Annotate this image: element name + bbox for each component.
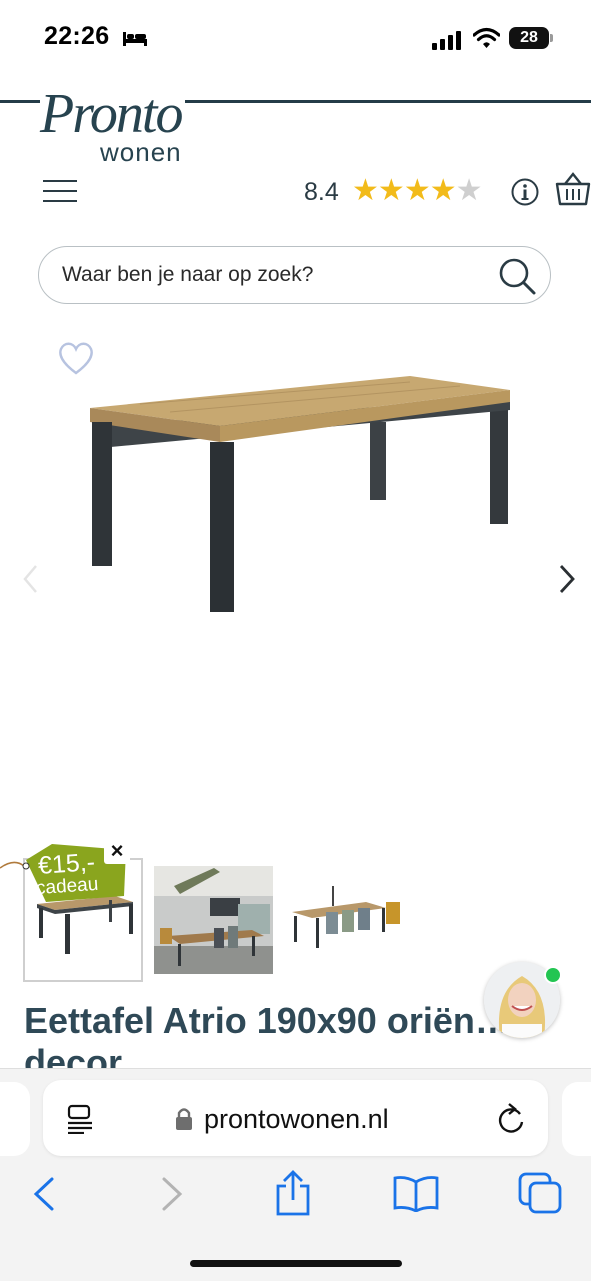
- promo-label: cadeau: [35, 873, 99, 900]
- info-icon[interactable]: [511, 178, 539, 206]
- close-icon[interactable]: ×: [104, 838, 130, 864]
- hamburger-menu-icon[interactable]: [43, 180, 79, 204]
- lock-icon: [176, 1108, 192, 1130]
- battery-icon: 28: [509, 27, 549, 49]
- tabs-icon[interactable]: [518, 1172, 562, 1214]
- rating-stars: ★★★★★: [352, 174, 483, 207]
- star-icon: ★: [429, 174, 457, 207]
- rating-score: 8.4: [304, 178, 339, 206]
- bed-icon: [123, 32, 147, 46]
- search-icon[interactable]: [497, 256, 537, 296]
- product-image[interactable]: [80, 370, 520, 620]
- star-icon: ★: [377, 174, 405, 207]
- online-status-dot: [544, 966, 562, 984]
- thumbnail-3[interactable]: [286, 872, 406, 968]
- next-tab-preview[interactable]: [562, 1082, 591, 1156]
- star-icon: ★: [403, 174, 431, 207]
- previous-tab-preview[interactable]: [0, 1082, 30, 1156]
- status-time: 22:26: [44, 22, 110, 50]
- chevron-right-icon[interactable]: [556, 564, 578, 594]
- home-indicator: [190, 1260, 402, 1267]
- signal-icon: [432, 31, 461, 50]
- thumbnail-2[interactable]: [154, 866, 273, 974]
- battery-cap: [550, 34, 553, 42]
- bookmarks-icon[interactable]: [392, 1174, 440, 1212]
- basket-icon[interactable]: [555, 172, 591, 206]
- url-text[interactable]: prontowonen.nl: [204, 1104, 389, 1135]
- reader-icon[interactable]: [66, 1104, 94, 1134]
- wifi-icon: [473, 27, 500, 48]
- logo-subtitle: wonen: [100, 137, 182, 167]
- chevron-left-icon[interactable]: [20, 564, 42, 594]
- back-icon[interactable]: [30, 1176, 58, 1212]
- search-placeholder[interactable]: Waar ben je naar op zoek?: [62, 263, 313, 287]
- reload-icon[interactable]: [496, 1102, 526, 1134]
- star-icon: ★: [352, 174, 379, 207]
- share-icon[interactable]: [272, 1170, 314, 1216]
- forward-icon[interactable]: [158, 1176, 186, 1212]
- star-empty-icon: ★: [455, 174, 483, 207]
